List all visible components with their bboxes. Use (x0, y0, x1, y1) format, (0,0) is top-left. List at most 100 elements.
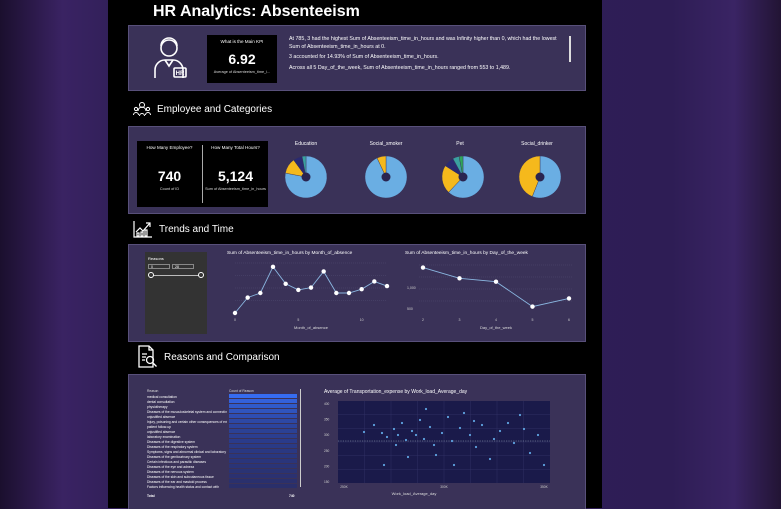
scatter-point (372, 423, 376, 427)
month-point (321, 269, 326, 274)
section-header-trends: Trends and Time (133, 220, 234, 238)
reasons-slicer[interactable]: Reasons 0 28 (145, 252, 207, 334)
scatter-point (400, 421, 404, 425)
month-point (372, 279, 377, 284)
scatter-y-tick: 150 (324, 480, 330, 484)
main-kpi-card[interactable]: What is the Main KPI 6.92 Average of Abs… (207, 35, 277, 83)
scatter-y-tick: 300 (324, 433, 330, 437)
day-point (457, 276, 462, 281)
pie-center (535, 172, 545, 182)
table-row-bar (229, 403, 297, 409)
slicer-handle-right[interactable] (198, 272, 204, 278)
scatter-point (432, 443, 436, 447)
scatter-y-tick: 200 (324, 464, 330, 468)
scatter-point (450, 439, 454, 443)
section-title-trends: Trends and Time (159, 223, 234, 235)
scatter-point (385, 435, 389, 439)
table-rows: medical consultation dental consultation p… (147, 395, 227, 490)
employee-count-caption: How Many Employee? (146, 145, 193, 150)
month-x-tick: 0 (234, 318, 236, 322)
table-row[interactable]: Factors influencing health status and co… (147, 485, 227, 490)
hr-person-icon: HR (154, 37, 187, 78)
scatter-point (468, 433, 472, 437)
slicer-handle-left[interactable] (148, 272, 154, 278)
table-row-bar (229, 473, 297, 478)
scatter-point (406, 455, 410, 459)
employee-panel: How Many Employee? 740 Count of ID How M… (128, 126, 586, 214)
reasons-panel: Reason Count of Reason medical consultat… (128, 374, 586, 509)
scatter-point (382, 463, 386, 467)
total-hours-card[interactable]: How Many Total Hours? 5,124 Sum of Absen… (203, 141, 268, 207)
scatter-chart[interactable]: 400 350 300 250 200 150 250K 300K 350K Work_load_… (324, 395, 574, 499)
scatter-point (542, 463, 546, 467)
table-row-bar (229, 468, 297, 473)
table-bars (229, 394, 297, 492)
section-title-employee: Employee and Categories (157, 103, 273, 115)
total-hours-sub: Sum of Absenteeism_time_in_hours (205, 187, 266, 191)
scatter-point (446, 415, 450, 419)
month-chart-title: Sum of Absenteeism_time_in_hours by Mont… (227, 251, 353, 256)
narrative-line: At 785, 3 had the highest Sum of Absente… (289, 36, 557, 50)
table-row-bar (229, 483, 297, 488)
scatter-point (480, 423, 484, 427)
narrative-scrollbar[interactable] (569, 36, 571, 62)
day-point (530, 304, 535, 309)
day-x-label: Day_of_the_week (480, 325, 512, 330)
month-point (270, 264, 276, 270)
trend-chart-icon (133, 221, 152, 238)
employee-cards: How Many Employee? 740 Count of ID How M… (137, 141, 268, 207)
day-series-line (422, 267, 570, 308)
month-x-label: Month_of_absence (294, 325, 329, 330)
scatter-point (488, 457, 492, 461)
slicer-to-input[interactable]: 28 (172, 264, 194, 269)
day-point (420, 265, 426, 270)
month-line-chart[interactable]: 0 5 10 Month_of_absence (227, 257, 395, 337)
slicer-from-input[interactable]: 0 (148, 264, 170, 269)
day-x-tick: 3 (459, 318, 461, 322)
table-total-value: 740 (289, 494, 295, 498)
slicer-label: Reasons (148, 256, 164, 261)
employee-count-card[interactable]: How Many Employee? 740 Count of ID (137, 141, 202, 207)
table-row-bar (229, 398, 297, 404)
pie-center (301, 172, 311, 182)
day-x-tick: 2 (422, 318, 424, 322)
scatter-point (518, 413, 522, 417)
table-row-bar (229, 453, 297, 458)
summary-panel: HR What is the Main KPI 6.92 Average of … (128, 25, 586, 91)
employee-count-sub: Count of ID (159, 187, 180, 191)
day-x-tick: 4 (495, 318, 497, 322)
kpi-subtitle: Average of Absenteeism_time_i... (213, 70, 271, 74)
month-point (258, 290, 263, 296)
scatter-y-tick: 250 (324, 449, 330, 453)
day-x-tick: 5 (532, 318, 534, 322)
scatter-point (396, 433, 400, 437)
employee-count-value: 740 (157, 168, 182, 184)
table-row-bar (229, 478, 297, 483)
month-point (384, 283, 390, 289)
table-header-reason: Reason (147, 389, 159, 393)
scatter-point (474, 445, 478, 449)
table-row-bar (229, 413, 297, 419)
table-scrollbar[interactable] (300, 389, 301, 487)
table-row-bar (229, 433, 297, 439)
month-point (245, 295, 250, 300)
scatter-point (462, 411, 466, 415)
day-line-chart[interactable]: 1,000 500 2 3 4 5 6 Day_of_the_week (405, 257, 577, 337)
day-x-tick: 6 (568, 318, 570, 322)
table-row-bar (229, 438, 297, 444)
scatter-point (428, 425, 432, 429)
scatter-point (414, 433, 418, 437)
page-title: HR Analytics: Absenteeism (153, 3, 360, 20)
table-row-bar (229, 443, 297, 449)
table-row-bar (229, 448, 297, 454)
day-y-tick: 500 (407, 307, 413, 311)
pie-charts[interactable] (269, 147, 579, 209)
table-row-bar (229, 428, 297, 434)
scatter-point (506, 421, 510, 425)
table-row-bar (229, 394, 297, 399)
scatter-point (472, 419, 476, 423)
people-group-icon (133, 102, 151, 117)
svg-text:HR: HR (176, 71, 185, 77)
table-row-bar (229, 423, 297, 429)
month-point (296, 287, 301, 293)
